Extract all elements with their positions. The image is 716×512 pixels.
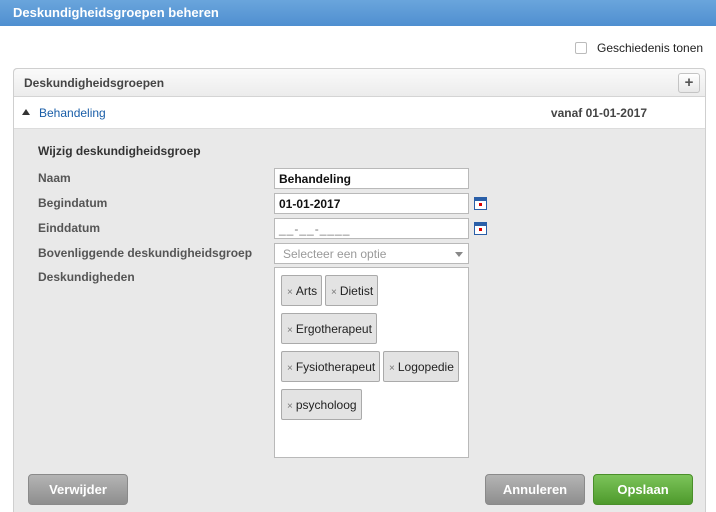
skills-multiselect[interactable]: × Arts × Dietist × Ergotherapeut × Fysiother… [274, 267, 469, 458]
remove-tag-icon[interactable]: × [287, 287, 293, 298]
skill-tag[interactable]: × Ergotherapeut [281, 313, 377, 344]
end-date-field[interactable]: __-__-____ [274, 218, 469, 239]
name-field[interactable]: Behandeling [274, 168, 469, 189]
history-label: Geschiedenis tonen [597, 41, 704, 55]
end-date-label: Einddatum [38, 221, 100, 235]
cancel-button[interactable]: Annuleren [485, 474, 585, 505]
skill-tag-label: psycholoog [295, 398, 357, 412]
skills-label: Deskundigheden [38, 270, 135, 284]
add-group-button[interactable]: + [678, 73, 700, 93]
group-date: vanaf 01-01-2017 [550, 106, 647, 120]
name-label: Naam [38, 171, 71, 185]
start-calendar-icon[interactable] [474, 197, 487, 210]
remove-tag-icon[interactable]: × [287, 401, 293, 412]
remove-tag-icon[interactable]: × [287, 325, 293, 336]
start-date-label: Begindatum [38, 196, 108, 210]
skill-tag[interactable]: × Arts [281, 275, 323, 306]
parent-group-placeholder: Selecteer een optie [283, 247, 387, 261]
groups-panel: Deskundigheidsgroepen + Behandeling vana… [13, 68, 706, 512]
remove-tag-icon[interactable]: × [389, 363, 395, 374]
panel-header: Deskundigheidsgroepen + [14, 69, 705, 97]
panel-title: Deskundigheidsgroepen [24, 76, 165, 90]
skill-tag-label: Logopedie [397, 360, 454, 374]
end-calendar-icon[interactable] [474, 222, 487, 235]
skill-tag[interactable]: × psycholoog [281, 389, 362, 420]
remove-tag-icon[interactable]: × [331, 287, 337, 298]
window-title: Deskundigheidsgroepen beheren [0, 0, 716, 26]
remove-tag-icon[interactable]: × [287, 363, 293, 374]
chevron-down-icon [455, 252, 463, 257]
history-toggle[interactable]: Geschiedenis tonen [575, 41, 703, 55]
skill-tag[interactable]: × Logopedie [383, 351, 459, 382]
form-title: Wijzig deskundigheidsgroep [38, 144, 201, 158]
group-row[interactable]: Behandeling vanaf 01-01-2017 [14, 97, 705, 129]
parent-group-select[interactable]: Selecteer een optie [274, 243, 469, 264]
group-name-link[interactable]: Behandeling [39, 106, 106, 120]
history-checkbox[interactable] [575, 42, 587, 54]
parent-group-label: Bovenliggende deskundigheidsgroep [38, 246, 253, 260]
skill-tag-label: Fysiotherapeut [295, 360, 376, 374]
skill-tag-label: Ergotherapeut [295, 322, 372, 336]
skill-tag-label: Arts [295, 284, 318, 298]
collapse-triangle-icon[interactable] [22, 109, 30, 115]
skill-tag[interactable]: × Fysiotherapeut [281, 351, 381, 382]
delete-button[interactable]: Verwijder [28, 474, 128, 505]
skill-tag[interactable]: × Dietist [325, 275, 379, 306]
save-button[interactable]: Opslaan [593, 474, 693, 505]
start-date-field[interactable]: 01-01-2017 [274, 193, 469, 214]
skill-tag-label: Dietist [339, 284, 374, 298]
